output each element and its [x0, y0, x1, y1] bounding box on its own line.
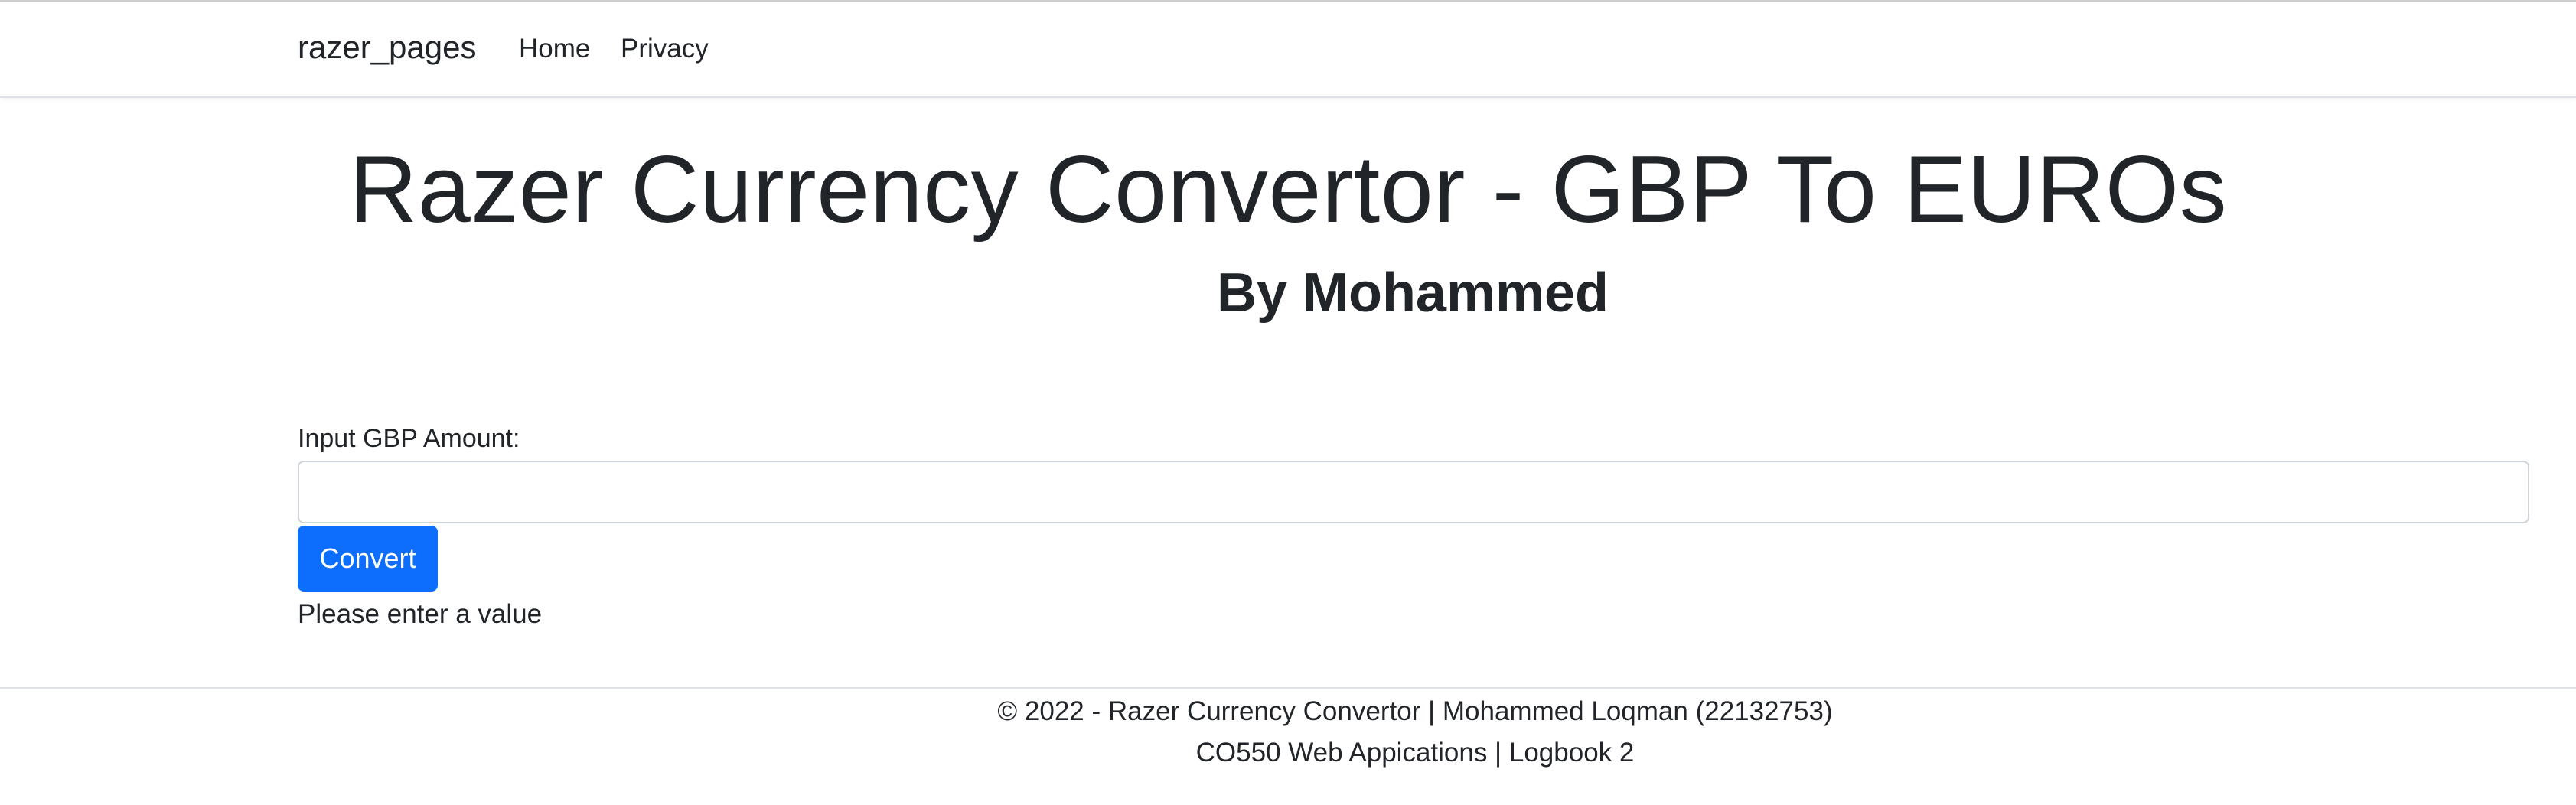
page-title: Razer Currency Convertor - GBP To EUROs	[348, 137, 2228, 243]
gbp-amount-input[interactable]	[298, 461, 2529, 523]
convert-button[interactable]: Convert	[298, 526, 438, 592]
footer-copyright: © 2022 - Razer Currency Convertor | Moha…	[997, 696, 1833, 726]
gbp-amount-label: Input GBP Amount:	[298, 424, 520, 453]
nav-link-home[interactable]: Home	[519, 34, 590, 64]
navbar-brand[interactable]: razer_pages	[298, 29, 476, 66]
footer: © 2022 - Razer Currency Convertor | Moha…	[0, 687, 2576, 805]
nav-link-privacy[interactable]: Privacy	[621, 34, 709, 64]
navbar: razer_pages Home Privacy	[0, 2, 2576, 98]
footer-course-info: CO550 Web Appications | Logbook 2	[1195, 738, 1635, 768]
validation-message: Please enter a value	[298, 599, 543, 629]
page-subtitle: By Mohammed	[1216, 262, 1609, 324]
